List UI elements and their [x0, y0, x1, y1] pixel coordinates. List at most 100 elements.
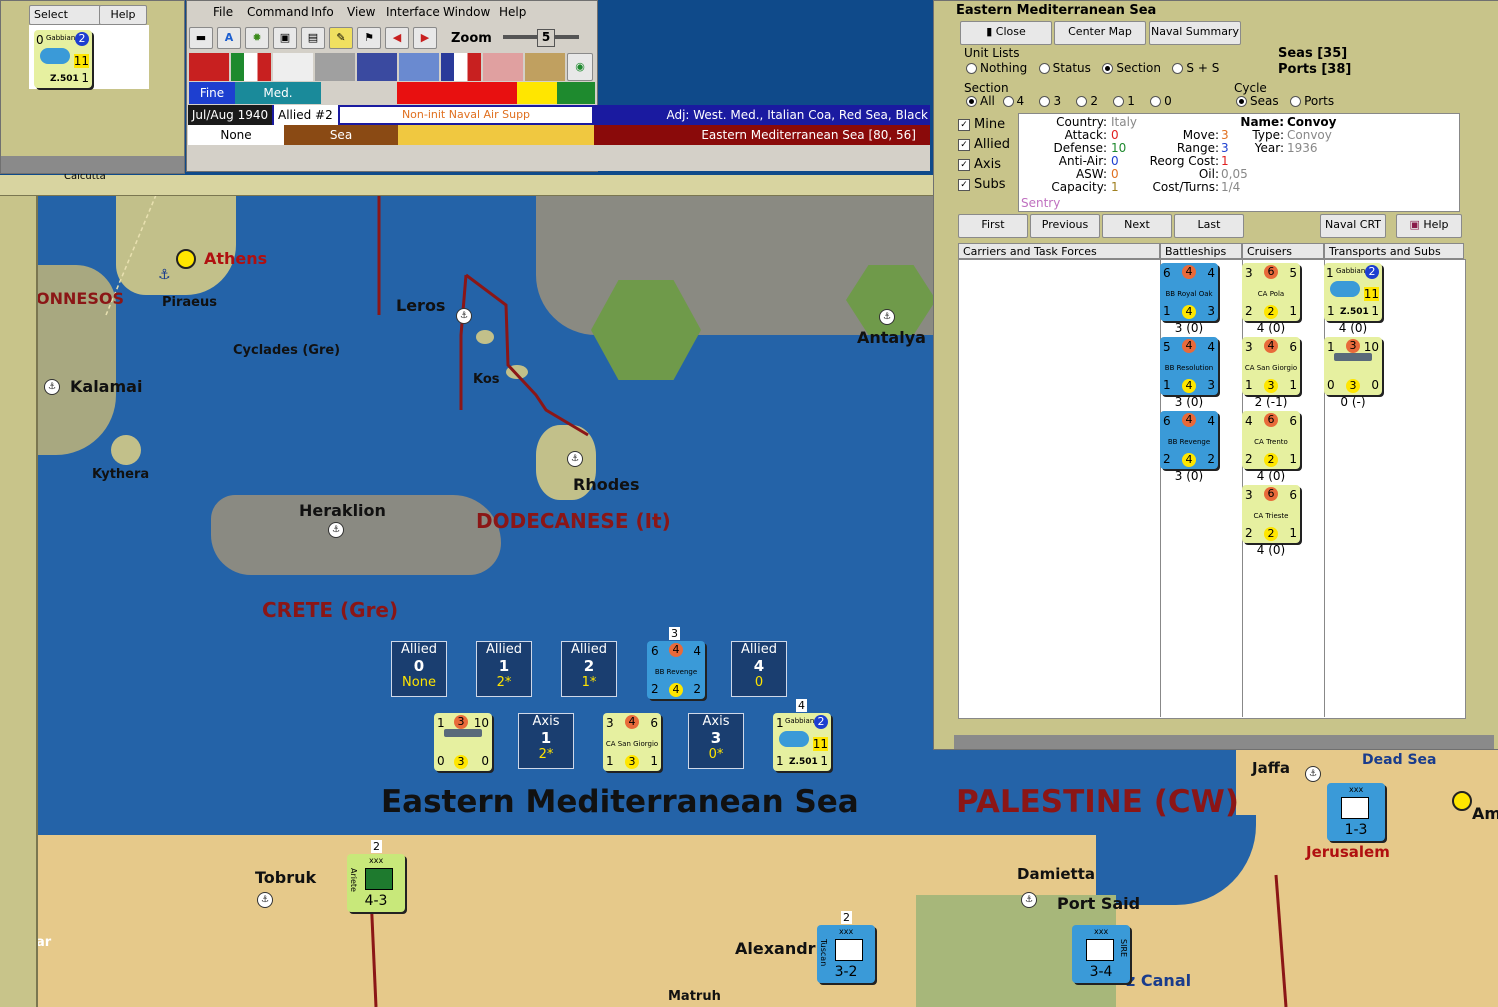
unit-counter-convoy[interactable]: 1 3 10 0 3 0: [434, 713, 492, 771]
unit-status: 4 (0): [1256, 321, 1286, 335]
capital-icon[interactable]: [1452, 791, 1472, 811]
counter-stat: 0: [437, 754, 445, 768]
counter-stat: 10: [473, 716, 489, 730]
port-icon[interactable]: ⚓: [44, 379, 60, 395]
radio-section[interactable]: Section: [1102, 61, 1161, 75]
unit-counter[interactable]: 4 6 6 CA Trento 2 2 1: [1242, 411, 1300, 469]
cycle-group: Seas Ports: [1236, 94, 1334, 108]
unit-counter[interactable]: 5 4 4 BB Resolution 1 4 3: [1160, 337, 1218, 395]
menu-command[interactable]: Command: [247, 5, 309, 19]
target-icon[interactable]: ◉: [567, 53, 593, 81]
section-0[interactable]: 0: [1150, 94, 1172, 108]
flag-germany-icon[interactable]: [189, 53, 229, 81]
unit-counter[interactable]: 1 Gabbiano 2 11 1 Z.501 1: [1324, 263, 1382, 321]
sea-box-axis-1[interactable]: Axis 1 2*: [518, 713, 574, 769]
radio-status[interactable]: Status: [1038, 61, 1091, 75]
center-map-button[interactable]: Center Map: [1054, 21, 1146, 45]
select-button[interactable]: Select: [29, 5, 101, 25]
weather-med[interactable]: Med.: [235, 82, 321, 104]
port-icon[interactable]: ⚓: [1305, 766, 1321, 782]
flag-france-icon[interactable]: [441, 53, 481, 81]
sea-box-allied-1[interactable]: Allied 1 2*: [476, 641, 532, 697]
unit-counter-jerusalem[interactable]: xxx 1-3: [1327, 783, 1385, 841]
previous-button[interactable]: Previous: [1030, 214, 1100, 238]
counter-stat: 2: [693, 682, 701, 696]
flag-china-icon[interactable]: [357, 53, 397, 81]
section-3[interactable]: 3: [1039, 94, 1061, 108]
naval-crt-button[interactable]: Naval CRT: [1320, 214, 1386, 238]
gear-icon[interactable]: ✹: [245, 27, 269, 49]
unit-counter[interactable]: 1 3 10 0 3 0: [1324, 337, 1382, 395]
adjacent-label: Adj: West. Med., Italian Coa, Red Sea, B…: [666, 108, 928, 122]
last-button[interactable]: Last: [1174, 214, 1244, 238]
radio-s-s[interactable]: S + S: [1172, 61, 1219, 75]
unit-counter[interactable]: 6 4 4 BB Royal Oak 1 4 3: [1160, 263, 1218, 321]
text-tool-icon[interactable]: A: [217, 27, 241, 49]
horizontal-scrollbar[interactable]: [954, 735, 1494, 749]
naval-summary-button[interactable]: Naval Summary: [1149, 21, 1241, 45]
sea-box-allied-0[interactable]: Allied 0 None: [391, 641, 447, 697]
radio-nothing[interactable]: Nothing: [966, 61, 1027, 75]
port-icon[interactable]: ⚓: [1021, 892, 1037, 908]
flag-usa-icon[interactable]: [483, 53, 523, 81]
port-icon[interactable]: ⚓: [328, 522, 344, 538]
port-icon[interactable]: ⚓: [879, 309, 895, 325]
sea-box-allied-4[interactable]: Allied 4 0: [731, 641, 787, 697]
filter-axis[interactable]: ✓ Axis: [958, 155, 1010, 175]
flag-ussr-icon[interactable]: [525, 53, 565, 81]
first-button[interactable]: First: [958, 214, 1028, 238]
menu-help[interactable]: Help: [499, 5, 526, 19]
highlight-tool-icon[interactable]: ✎: [329, 27, 353, 49]
flag-japan-icon[interactable]: [273, 53, 313, 81]
flag-italy-icon[interactable]: [231, 53, 271, 81]
port-icon[interactable]: ⚓: [456, 308, 472, 324]
flag-tool-icon[interactable]: ⚑: [357, 27, 381, 49]
menu-file[interactable]: File: [213, 5, 233, 19]
selected-unit-counter[interactable]: 0 Gabbiano 2 11 Z.501 1: [34, 30, 92, 88]
unit-counter[interactable]: 6 4 4 BB Revenge 2 4 2: [1160, 411, 1218, 469]
unit-counter[interactable]: 3 6 5 CA Pola 2 2 1: [1242, 263, 1300, 321]
port-icon[interactable]: ⚓: [257, 892, 273, 908]
unit-counter-gabbiano[interactable]: 1 Gabbiano 2 11 1 Z.501 1: [773, 713, 831, 771]
menu-view[interactable]: View: [347, 5, 375, 19]
menu-interface[interactable]: Interface: [386, 5, 440, 19]
unit-counter-ariete[interactable]: xxx Ariete 4-3: [347, 854, 405, 912]
unit-counter-tuscan[interactable]: xxx Tuscan 3-2: [817, 925, 875, 983]
close-button[interactable]: ▮ Close: [960, 21, 1052, 45]
unit-counter-sire[interactable]: xxx SIRE 3-4: [1072, 925, 1130, 983]
zoom-value[interactable]: 5: [537, 29, 555, 47]
cycle-ports[interactable]: Ports: [1290, 94, 1334, 108]
stack2-tool-icon[interactable]: ▤: [301, 27, 325, 49]
arrow-left-icon[interactable]: ◀: [385, 27, 409, 49]
stack-tool-icon[interactable]: ▣: [273, 27, 297, 49]
section-2[interactable]: 2: [1076, 94, 1098, 108]
section-4[interactable]: 4: [1002, 94, 1024, 108]
filter-mine[interactable]: ✓ Mine: [958, 115, 1010, 135]
menu-window[interactable]: Window: [443, 5, 490, 19]
unit-counter-bb-revenge[interactable]: 6 4 4 BB Revenge 2 4 2: [647, 641, 705, 699]
counter-stat: 6: [1264, 487, 1278, 501]
sea-box-allied-2[interactable]: Allied 2 1*: [561, 641, 617, 697]
unit-counter[interactable]: 3 4 6 CA San Giorgio 1 3 1: [1242, 337, 1300, 395]
help-button[interactable]: ▣ Help: [1396, 214, 1462, 238]
sea-box-axis-3[interactable]: Axis 3 0*: [688, 713, 744, 769]
unit-tool-icon[interactable]: ▬: [189, 27, 213, 49]
unit-counter[interactable]: 3 6 6 CA Trieste 2 2 1: [1242, 485, 1300, 543]
flag-neutral-icon[interactable]: [315, 53, 355, 81]
section-1[interactable]: 1: [1113, 94, 1135, 108]
help-button[interactable]: Help: [99, 5, 147, 25]
scrollbar[interactable]: [1, 156, 184, 173]
flag-uk-icon[interactable]: [399, 53, 439, 81]
box-value: None: [402, 675, 436, 690]
arrow-right-icon[interactable]: ▶: [413, 27, 437, 49]
cycle-seas[interactable]: Seas: [1236, 94, 1279, 108]
menu-info[interactable]: Info: [311, 5, 334, 19]
next-button[interactable]: Next: [1102, 214, 1172, 238]
weather-fine[interactable]: Fine: [189, 82, 235, 104]
capital-icon[interactable]: [176, 249, 196, 269]
section-all[interactable]: All: [966, 94, 995, 108]
filter-allied[interactable]: ✓ Allied: [958, 135, 1010, 155]
unit-counter-ca-san-giorgio[interactable]: 3 4 6 CA San Giorgio 1 3 1: [603, 713, 661, 771]
filter-subs[interactable]: ✓ Subs: [958, 175, 1010, 195]
port-icon[interactable]: ⚓: [567, 451, 583, 467]
